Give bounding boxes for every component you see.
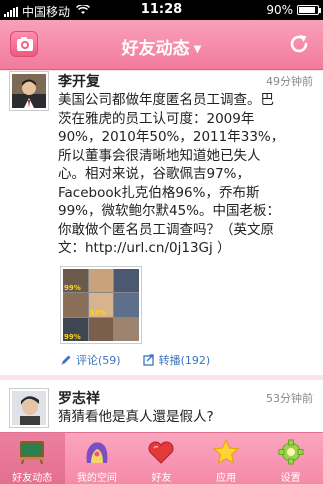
post-time: 53分钟前 xyxy=(266,392,313,405)
thumb-percent-label: 99% xyxy=(64,333,81,341)
portrait-tile xyxy=(63,293,88,317)
thumb-percent-label: 33% xyxy=(89,308,107,317)
battery-status: 90% xyxy=(266,3,321,17)
portrait-tile xyxy=(88,269,114,293)
tab-label: 我的空间 xyxy=(76,473,117,484)
nav-bar: 好友动态 ▼ xyxy=(0,20,323,70)
comment-button[interactable]: 评论 (59) xyxy=(60,352,121,368)
feed-list[interactable]: 李开复 49分钟前 美国公司都做年度匿名员工调查。巴 茨在雅虎的员工认可度：20… xyxy=(0,71,323,432)
gear-icon xyxy=(278,439,304,465)
easel-icon xyxy=(20,441,45,465)
repost-button[interactable]: 转播 (192) xyxy=(142,352,211,368)
pencil-icon xyxy=(61,355,71,365)
post-content: 美国公司都做年度匿名员工调查。巴 茨在雅虎的员工认可度：2009年 90%，20… xyxy=(58,91,314,258)
page-title-dropdown[interactable]: 好友动态 ▼ xyxy=(0,34,323,59)
portrait-collage: 99% 33% 99% xyxy=(63,269,139,341)
space-icon xyxy=(86,442,108,463)
refresh-icon xyxy=(290,35,308,53)
author-name[interactable]: 罗志祥 xyxy=(58,388,100,408)
post-content: 猜猜看他是真人還是假人? xyxy=(58,408,314,427)
post-text-line: Facebook扎克伯格96%，乔布斯 xyxy=(58,184,260,201)
avatar[interactable] xyxy=(9,71,49,111)
post-time: 49分钟前 xyxy=(266,75,313,88)
portrait-tile xyxy=(114,317,139,341)
post-text-line: 99%，微软鲍尔默45%。中国老板： xyxy=(58,203,281,219)
author-name[interactable]: 李开复 xyxy=(58,71,100,91)
tab-label: 设置 xyxy=(280,473,301,484)
thumb-percent-label: 99% xyxy=(64,284,81,293)
post-actions: 评论 (59) 转播 (192) xyxy=(60,352,232,368)
tab-apps[interactable]: 应用 xyxy=(194,433,259,484)
comment-label: 评论 xyxy=(76,354,98,367)
post-text-line: 美国公司都做年度匿名员工调查。巴 xyxy=(58,92,274,108)
post-image-thumbnail[interactable]: 99% 33% 99% xyxy=(60,266,142,344)
post-text-line: 所以董事会很清晰地知道她已失人 xyxy=(58,147,261,164)
tab-label: 好友 xyxy=(151,473,172,484)
page-title: 好友动态 xyxy=(121,39,190,59)
post-text-line: 90%，2010年50%，2011年33%， xyxy=(58,129,285,145)
caret-down-icon: ▼ xyxy=(193,43,202,55)
tab-my-space[interactable]: 我的空间 xyxy=(65,433,130,484)
feed-item[interactable]: 李开复 49分钟前 美国公司都做年度匿名员工调查。巴 茨在雅虎的员工认可度：20… xyxy=(0,71,323,375)
post-text-line[interactable]: 文：http://url.cn/0j13Gj ） xyxy=(58,239,314,258)
tab-label: 好友动态 xyxy=(12,473,53,484)
battery-percent: 90% xyxy=(266,3,293,17)
tab-settings[interactable]: 设置 xyxy=(258,433,323,484)
avatar-image xyxy=(12,74,46,108)
portrait-tile: 99% xyxy=(63,317,88,341)
tab-label: 应用 xyxy=(216,473,237,484)
status-bar: 中国移动 11:28 90% xyxy=(0,0,323,20)
portrait-tile: 99% xyxy=(63,269,88,293)
star-icon xyxy=(212,439,240,465)
repost-count: (192) xyxy=(180,353,211,367)
tab-bar: 好友动态 我的空间 好友 应用 设置 xyxy=(0,432,323,484)
post-text-line: 你敢做个匿名员工调查吗？（英文原 xyxy=(58,221,274,238)
heart-icon xyxy=(148,441,174,464)
post-text-line: 猜猜看他是真人還是假人? xyxy=(58,409,214,425)
post-text-line: 心。相对来说，谷歌佩吉97%， xyxy=(58,166,251,182)
portrait-tile xyxy=(114,293,139,317)
portrait-tile xyxy=(114,269,139,293)
avatar[interactable] xyxy=(9,388,49,428)
feed-item[interactable]: 罗志祥 53分钟前 猜猜看他是真人還是假人? xyxy=(0,380,323,432)
comment-count: (59) xyxy=(98,353,121,367)
repost-icon xyxy=(142,354,154,366)
repost-label: 转播 xyxy=(158,354,181,367)
refresh-button[interactable] xyxy=(287,32,311,56)
battery-icon xyxy=(297,5,321,15)
portrait-tile xyxy=(88,317,114,341)
portrait-tile: 33% xyxy=(88,293,114,317)
tab-friend-feed[interactable]: 好友动态 xyxy=(0,433,65,484)
avatar-image xyxy=(12,391,46,425)
post-text-line: 茨在雅虎的员工认可度：2009年 xyxy=(58,110,255,127)
tab-friends[interactable]: 好友 xyxy=(129,433,194,484)
